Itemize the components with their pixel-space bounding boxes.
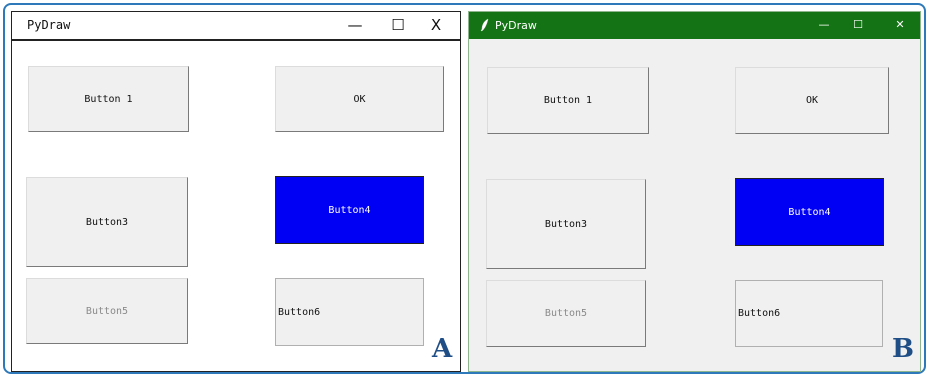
maximize-button-b[interactable]: ☐ <box>845 14 871 36</box>
minimize-button-a[interactable]: — <box>342 14 368 36</box>
button-6[interactable]: Button6 <box>735 280 883 347</box>
ok-button[interactable]: OK <box>735 67 889 134</box>
ok-button[interactable]: OK <box>275 66 444 132</box>
button-3[interactable]: Button3 <box>26 177 188 267</box>
minimize-button-b[interactable]: — <box>811 14 837 36</box>
close-button-b[interactable]: ✕ <box>887 14 913 36</box>
button-5[interactable]: Button5 <box>486 280 646 347</box>
maximize-button-a[interactable]: ☐ <box>385 14 411 36</box>
titlebar-a: PyDraw — ☐ X <box>12 12 460 41</box>
panel-label-b: B <box>892 334 914 364</box>
button-3[interactable]: Button3 <box>486 179 646 269</box>
window-b: PyDraw — ☐ ✕ Button 1 OK Button3 Button4… <box>468 11 921 372</box>
button-4[interactable]: Button4 <box>735 178 884 246</box>
window-title-a: PyDraw <box>27 18 71 32</box>
button-5[interactable]: Button5 <box>26 278 188 344</box>
window-a: PyDraw — ☐ X Button 1 OK Button3 Button4… <box>11 11 461 372</box>
button-1[interactable]: Button 1 <box>28 66 189 132</box>
panel-label-a: A <box>432 334 453 364</box>
feather-icon <box>480 18 489 32</box>
titlebar-b: PyDraw — ☐ ✕ <box>469 12 920 39</box>
button-6[interactable]: Button6 <box>275 278 424 346</box>
button-4[interactable]: Button4 <box>275 176 424 244</box>
close-button-a[interactable]: X <box>423 14 449 36</box>
window-title-b: PyDraw <box>495 19 537 32</box>
button-1[interactable]: Button 1 <box>487 67 649 134</box>
